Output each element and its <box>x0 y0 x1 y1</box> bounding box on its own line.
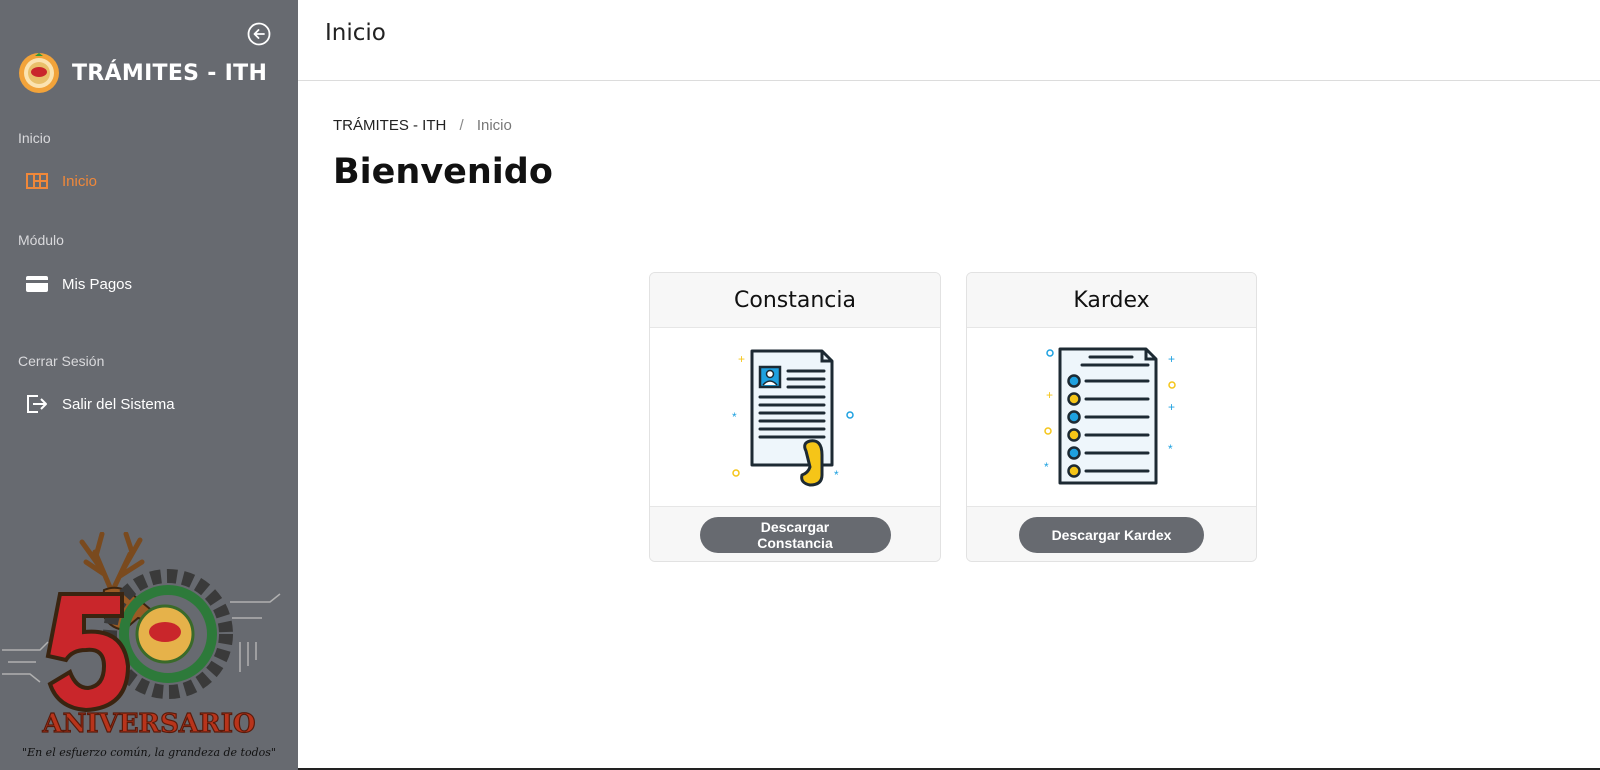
sidebar-item-inicio[interactable]: Inicio <box>26 171 97 191</box>
svg-text:*: * <box>732 410 737 424</box>
download-kardex-button[interactable]: Descargar Kardex <box>1019 516 1204 553</box>
brand[interactable]: TRÁMITES - ITH <box>18 52 267 94</box>
institute-logo-icon <box>19 53 59 93</box>
collapse-sidebar-button[interactable] <box>247 22 271 46</box>
logout-icon <box>26 394 50 414</box>
topbar-title: Inicio <box>325 20 386 46</box>
card-title: Kardex <box>967 273 1256 328</box>
section-label-modulo: Módulo <box>18 232 64 248</box>
section-label-cerrar-sesion: Cerrar Sesión <box>18 353 105 369</box>
breadcrumb-current: Inicio <box>476 117 512 134</box>
breadcrumb: TRÁMITES - ITH / Inicio <box>333 117 512 134</box>
sidebar-item-label: Inicio <box>62 172 98 190</box>
svg-text:+: + <box>1168 352 1175 366</box>
card-title: Constancia <box>650 273 940 328</box>
list-document-icon: + * + + * <box>1044 347 1176 485</box>
svg-text:*: * <box>834 468 839 482</box>
anniversary-motto: "En el esfuerzo común, la grandeza de to… <box>22 746 276 759</box>
sidebar-item-salir[interactable]: Salir del Sistema <box>26 394 175 414</box>
svg-text:*: * <box>1168 442 1173 456</box>
svg-text:+: + <box>738 352 745 366</box>
certificate-document-icon: + * * <box>732 349 854 487</box>
sidebar-item-label: Salir del Sistema <box>62 395 175 413</box>
kardex-card: Kardex + * + + * Descargar Kardex <box>966 272 1257 562</box>
download-constancia-button[interactable]: Descargar Constancia <box>699 516 891 553</box>
section-label-inicio: Inicio <box>18 130 51 146</box>
svg-text:*: * <box>1044 460 1049 474</box>
sidebar-item-mis-pagos[interactable]: Mis Pagos <box>26 274 132 294</box>
constancia-card: Constancia + * * Descargar Constancia <box>649 272 941 562</box>
sidebar: TRÁMITES - ITH Inicio Inicio Módulo Mis … <box>0 0 298 770</box>
breadcrumb-root[interactable]: TRÁMITES - ITH <box>333 117 446 134</box>
breadcrumb-separator: / <box>459 117 464 134</box>
topbar: Inicio <box>298 0 1600 81</box>
arrow-left-circle-icon <box>247 22 271 46</box>
svg-text:+: + <box>1168 400 1175 414</box>
anniversary-emblem: ANIVERSARIO "En el esfuerzo común, la gr… <box>2 532 281 759</box>
sidebar-item-label: Mis Pagos <box>62 275 133 293</box>
anniversary-title: ANIVERSARIO <box>41 709 255 739</box>
credit-card-icon <box>26 274 50 294</box>
dashboard-icon <box>26 171 50 191</box>
brand-title: TRÁMITES - ITH <box>72 60 268 86</box>
page-title: Bienvenido <box>333 152 553 192</box>
svg-text:+: + <box>1046 388 1053 402</box>
